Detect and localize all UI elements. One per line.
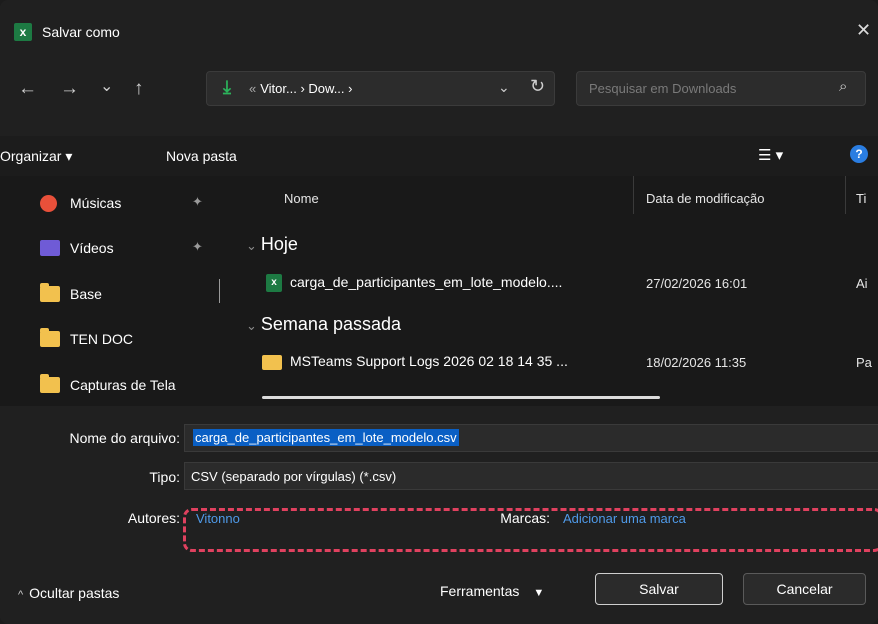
video-icon <box>40 240 60 256</box>
pin-icon: ✦ <box>192 239 203 254</box>
sidebar-item-musicas[interactable]: Músicas ✦ <box>40 191 230 219</box>
file-name: MSTeams Support Logs 2026 02 18 14 35 ..… <box>262 353 568 370</box>
file-date: 27/02/2026 16:01 <box>646 276 748 291</box>
sidebar-item-ten-doc[interactable]: TEN DOC <box>40 327 230 355</box>
search-input[interactable]: Pesquisar em Downloads <box>589 81 736 96</box>
file-type-select[interactable]: CSV (separado por vírgulas) (*.csv) <box>184 462 878 490</box>
folder-icon <box>262 354 282 370</box>
file-type: Pa <box>856 355 872 370</box>
cancel-button[interactable]: Cancelar <box>743 573 866 605</box>
chevron-up-icon: ^ <box>18 589 24 601</box>
download-icon: ⤓ <box>223 77 231 97</box>
sidebar-item-videos[interactable]: Vídeos ✦ <box>40 236 230 264</box>
filename-input[interactable]: carga_de_participantes_em_lote_modelo.cs… <box>193 429 459 446</box>
hide-folders-button[interactable]: ^ Ocultar pastas <box>18 585 119 601</box>
chevron-down-icon: ⌄ <box>246 238 257 253</box>
file-date: 18/02/2026 11:35 <box>646 355 747 370</box>
folder-icon <box>40 328 60 347</box>
refresh-icon[interactable]: ↻ <box>530 76 545 97</box>
file-type-value: CSV (separado por vírgulas) (*.csv) <box>191 469 397 484</box>
file-name: x carga_de_participantes_em_lote_modelo..… <box>266 274 562 293</box>
sidebar-item-label: Base <box>70 286 102 302</box>
save-button[interactable]: Salvar <box>595 573 723 605</box>
file-type: Ai <box>856 276 868 291</box>
column-type[interactable]: Ti <box>856 191 866 206</box>
address-dropdown-icon[interactable]: ⌄ <box>498 79 510 96</box>
command-bar <box>0 136 878 176</box>
sidebar-splitter[interactable] <box>219 279 220 303</box>
chevron-down-icon: ▼ <box>533 587 545 599</box>
up-icon[interactable]: ↑ <box>134 78 144 100</box>
forward-icon[interactable]: → <box>60 78 79 100</box>
column-name[interactable]: Nome <box>284 191 319 206</box>
view-options-icon[interactable]: ☰ ▾ <box>758 146 783 164</box>
group-header-hoje[interactable]: ⌄ Hoje <box>246 234 298 255</box>
breadcrumb[interactable]: «Vitor... › Dow... › <box>249 81 352 96</box>
column-date[interactable]: Data de modificação <box>646 191 765 206</box>
pin-icon: ✦ <box>192 194 203 209</box>
sidebar-item-base[interactable]: Base <box>40 282 230 310</box>
chevron-down-icon: ⌄ <box>246 318 257 333</box>
search-box[interactable]: Pesquisar em Downloads ⌕ <box>576 71 866 106</box>
save-as-dialog: x Salvar como ✕ ← → ⌄ ↑ ⤓ «Vitor... › Do… <box>0 0 878 624</box>
folder-icon <box>40 374 60 393</box>
folder-icon <box>40 283 60 302</box>
highlight-annotation <box>183 508 878 552</box>
window-title: Salvar como <box>42 24 120 40</box>
sidebar-item-label: Capturas de Tela <box>70 377 176 393</box>
music-icon <box>40 195 57 212</box>
filename-field[interactable]: carga_de_participantes_em_lote_modelo.cs… <box>184 424 878 452</box>
help-icon[interactable]: ? <box>850 145 868 163</box>
horizontal-scrollbar[interactable] <box>262 396 660 399</box>
back-icon[interactable]: ← <box>18 78 37 100</box>
excel-file-icon: x <box>266 274 282 293</box>
filename-label: Nome do arquivo: <box>69 430 180 446</box>
column-divider[interactable] <box>845 176 846 214</box>
sidebar-item-label: Músicas <box>70 195 122 211</box>
excel-icon: x <box>14 23 32 41</box>
group-header-semana-passada[interactable]: ⌄ Semana passada <box>246 314 401 335</box>
recent-locations-icon[interactable]: ⌄ <box>100 76 113 96</box>
organize-button[interactable]: Organizar ▾ <box>0 148 72 165</box>
list-item[interactable]: x carga_de_participantes_em_lote_modelo..… <box>262 270 878 298</box>
authors-label: Autores: <box>127 510 180 526</box>
sidebar-item-label: Vídeos <box>70 240 114 256</box>
sidebar-item-label: TEN DOC <box>70 331 133 347</box>
address-bar[interactable]: ⤓ «Vitor... › Dow... › ⌄ ↻ <box>206 71 555 106</box>
list-item[interactable]: MSTeams Support Logs 2026 02 18 14 35 ..… <box>262 349 878 377</box>
close-icon[interactable]: ✕ <box>856 20 871 41</box>
sidebar-item-capturas[interactable]: Capturas de Tela <box>40 373 230 401</box>
new-folder-button[interactable]: Nova pasta <box>166 148 237 164</box>
column-divider[interactable] <box>633 176 634 214</box>
tools-button[interactable]: Ferramentas ▼ <box>440 583 544 599</box>
type-label: Tipo: <box>149 469 180 485</box>
title-bar <box>0 0 878 60</box>
search-icon[interactable]: ⌕ <box>839 78 847 95</box>
